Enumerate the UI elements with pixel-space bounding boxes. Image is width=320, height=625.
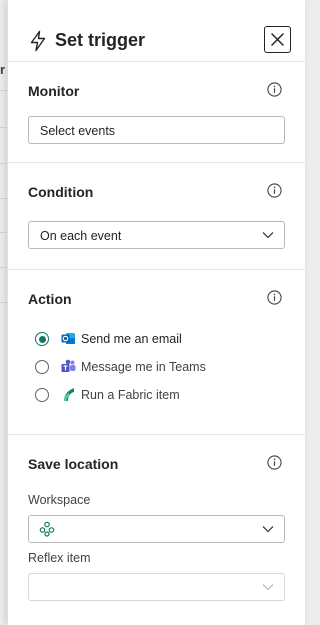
condition-title: Condition [28, 184, 94, 200]
reflex-item-label: Reflex item [28, 551, 91, 565]
info-icon[interactable] [267, 455, 282, 470]
action-title: Action [28, 291, 72, 307]
chevron-down-icon [262, 526, 274, 533]
action-label-fabric: Run a Fabric item [81, 388, 180, 402]
radio-fabric[interactable] [35, 388, 49, 402]
save-location-section: Save location Workspace Reflex item [8, 435, 306, 625]
close-button[interactable] [264, 26, 291, 53]
chevron-down-icon [262, 232, 274, 239]
monitor-section: Monitor Select events [8, 62, 306, 163]
condition-dropdown-value: On each event [40, 229, 122, 243]
condition-dropdown[interactable]: On each event [28, 221, 285, 249]
panel-title: Set trigger [55, 30, 146, 50]
info-icon[interactable] [267, 82, 282, 97]
reflex-item-dropdown[interactable] [28, 573, 285, 601]
background-partial-text: r [0, 62, 6, 77]
action-label-email: Send me an email [81, 332, 182, 346]
fabric-icon [64, 388, 74, 401]
action-label-teams: Message me in Teams [81, 360, 206, 374]
workspace-dropdown[interactable] [28, 515, 285, 543]
workspace-icon [39, 521, 55, 537]
condition-section: Condition On each event [8, 163, 306, 270]
workspace-label: Workspace [28, 493, 91, 507]
set-trigger-panel: Set trigger Monitor Select events Condit… [7, 0, 306, 625]
chevron-down-icon [262, 584, 274, 591]
action-section: Action Send me an email Message me in Te… [8, 270, 306, 435]
teams-icon [61, 359, 76, 372]
monitor-title: Monitor [28, 83, 80, 99]
radio-email[interactable] [35, 332, 49, 346]
select-events-text: Select events [40, 124, 116, 138]
panel-header: Set trigger [8, 0, 306, 62]
save-location-title: Save location [28, 456, 119, 472]
outlook-icon [61, 333, 75, 344]
select-events-field[interactable]: Select events [28, 116, 285, 144]
radio-teams[interactable] [35, 360, 49, 374]
lightning-icon [30, 30, 46, 52]
close-icon [271, 33, 284, 46]
info-icon[interactable] [267, 290, 282, 305]
info-icon[interactable] [267, 183, 282, 198]
